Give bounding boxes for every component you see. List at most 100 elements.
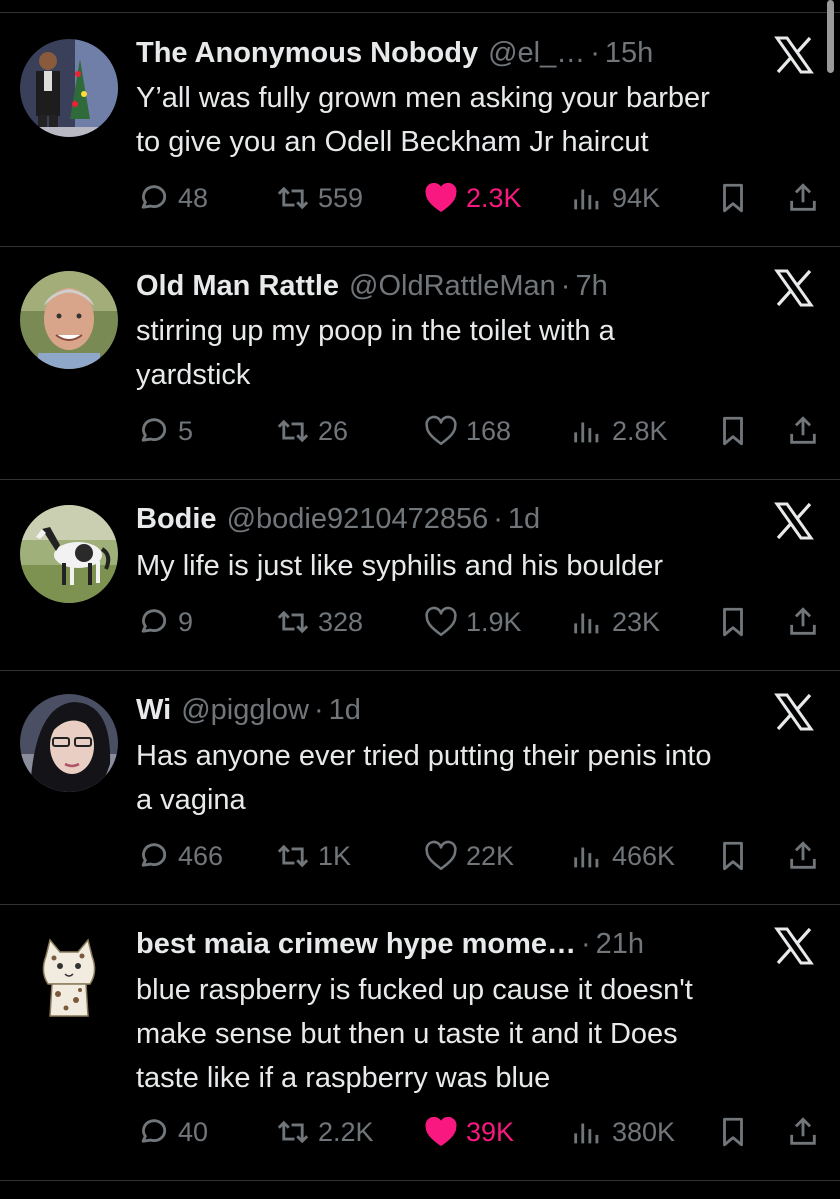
like-button[interactable]: 168 bbox=[424, 409, 511, 453]
reply-count: 5 bbox=[178, 415, 194, 446]
views-button[interactable]: 466K bbox=[570, 834, 675, 878]
like-count: 39K bbox=[466, 1116, 515, 1147]
bookmark-icon[interactable] bbox=[716, 180, 750, 216]
reply-count: 40 bbox=[178, 1116, 209, 1147]
bookmark-icon[interactable] bbox=[716, 604, 750, 640]
separator-dot: · bbox=[493, 502, 503, 535]
tweet-header: Old Man Rattle @OldRattleMan · 7h bbox=[136, 266, 608, 306]
share-icon[interactable] bbox=[786, 838, 820, 874]
avatar[interactable] bbox=[20, 928, 118, 1026]
x-logo-icon[interactable] bbox=[774, 501, 814, 541]
author-name[interactable]: Wi bbox=[136, 694, 171, 727]
like-button[interactable]: 22K bbox=[424, 834, 514, 878]
repost-button[interactable]: 2.2K bbox=[276, 1110, 374, 1154]
like-icon bbox=[425, 415, 457, 446]
like-button[interactable]: 39K bbox=[424, 1110, 514, 1154]
repost-icon bbox=[277, 419, 309, 443]
tweet-text: Y’all was fully grown men asking your ba… bbox=[136, 82, 710, 158]
tweet-text: blue raspberry is fucked up cause it doe… bbox=[136, 974, 693, 1094]
timestamp[interactable]: 1d bbox=[508, 503, 540, 536]
views-count: 23K bbox=[612, 606, 661, 637]
author-name[interactable]: Old Man Rattle bbox=[136, 270, 339, 303]
avatar[interactable] bbox=[20, 271, 118, 369]
like-icon bbox=[425, 1116, 457, 1146]
bookmark-icon[interactable] bbox=[716, 838, 750, 874]
avatar[interactable] bbox=[20, 39, 118, 137]
views-button[interactable]: 2.8K bbox=[570, 409, 668, 453]
avatar-image bbox=[20, 39, 118, 137]
views-count: 94K bbox=[612, 182, 661, 213]
share-icon[interactable] bbox=[786, 604, 820, 640]
like-button[interactable]: 2.3K bbox=[424, 176, 522, 220]
timestamp[interactable]: 7h bbox=[575, 270, 607, 303]
reply-icon bbox=[141, 418, 167, 442]
views-count: 466K bbox=[612, 840, 676, 871]
avatar-image bbox=[20, 928, 118, 1026]
views-count: 380K bbox=[612, 1116, 676, 1147]
reply-button[interactable]: 9 bbox=[136, 600, 193, 644]
repost-button[interactable]: 328 bbox=[276, 600, 363, 644]
tweet[interactable]: The Anonymous Nobody @el_… · 15h Y’all w… bbox=[0, 13, 840, 247]
tweet[interactable]: best maia crimew hype mome… · 21h blue r… bbox=[0, 904, 840, 1181]
views-button[interactable]: 94K bbox=[570, 176, 660, 220]
author-handle[interactable]: @el_… bbox=[488, 37, 585, 70]
author-name[interactable]: best maia crimew hype mome… bbox=[136, 928, 576, 961]
tweet[interactable]: Wi @pigglow · 1d Has anyone ever tried p… bbox=[0, 670, 840, 905]
like-button[interactable]: 1.9K bbox=[424, 600, 522, 644]
like-count: 168 bbox=[466, 415, 512, 446]
avatar[interactable] bbox=[20, 505, 118, 603]
tweet[interactable]: Bodie @bodie9210472856 · 1d My life is j… bbox=[0, 479, 840, 671]
views-icon bbox=[574, 1123, 599, 1144]
timestamp[interactable]: 15h bbox=[605, 37, 653, 70]
reply-count: 48 bbox=[178, 182, 209, 213]
avatar[interactable] bbox=[20, 694, 118, 792]
views-button[interactable]: 23K bbox=[570, 600, 660, 644]
author-name[interactable]: The Anonymous Nobody bbox=[136, 37, 478, 70]
bookmark-icon[interactable] bbox=[716, 1114, 750, 1150]
timestamp[interactable]: 21h bbox=[596, 928, 644, 961]
x-logo-icon[interactable] bbox=[774, 268, 814, 308]
tweet[interactable]: Old Man Rattle @OldRattleMan · 7h stirri… bbox=[0, 246, 840, 480]
tweet-header: The Anonymous Nobody @el_… · 15h bbox=[136, 33, 653, 73]
author-handle[interactable]: @bodie9210472856 bbox=[227, 503, 489, 536]
reply-icon bbox=[141, 1119, 167, 1143]
author-handle[interactable]: @pigglow bbox=[181, 694, 309, 727]
repost-count: 1K bbox=[318, 840, 352, 871]
avatar-image bbox=[20, 505, 118, 603]
x-logo-icon[interactable] bbox=[774, 35, 814, 75]
views-count: 2.8K bbox=[612, 415, 668, 446]
share-icon[interactable] bbox=[786, 180, 820, 216]
avatar-image bbox=[20, 694, 118, 792]
reply-count: 9 bbox=[178, 606, 194, 637]
repost-button[interactable]: 1K bbox=[276, 834, 351, 878]
separator-dot: · bbox=[581, 927, 591, 960]
reply-count: 466 bbox=[178, 840, 224, 871]
reply-button[interactable]: 40 bbox=[136, 1110, 208, 1154]
x-logo-icon[interactable] bbox=[774, 926, 814, 966]
repost-button[interactable]: 559 bbox=[276, 176, 363, 220]
reply-button[interactable]: 5 bbox=[136, 409, 193, 453]
bookmark-icon[interactable] bbox=[716, 413, 750, 449]
repost-button[interactable]: 26 bbox=[276, 409, 348, 453]
tweet-header: Wi @pigglow · 1d bbox=[136, 690, 361, 730]
like-count: 22K bbox=[466, 840, 515, 871]
repost-count: 328 bbox=[318, 606, 364, 637]
like-icon bbox=[425, 182, 457, 212]
like-icon bbox=[425, 606, 457, 637]
share-icon[interactable] bbox=[786, 1114, 820, 1150]
author-handle[interactable]: @OldRattleMan bbox=[349, 270, 556, 303]
timestamp[interactable]: 1d bbox=[329, 694, 361, 727]
author-name[interactable]: Bodie bbox=[136, 503, 217, 536]
share-icon[interactable] bbox=[786, 413, 820, 449]
avatar-image bbox=[20, 271, 118, 369]
reply-button[interactable]: 466 bbox=[136, 834, 223, 878]
views-icon bbox=[574, 189, 599, 210]
reply-button[interactable]: 48 bbox=[136, 176, 208, 220]
x-logo-icon[interactable] bbox=[774, 692, 814, 732]
repost-icon bbox=[277, 844, 309, 868]
repost-icon bbox=[277, 186, 309, 210]
tweet-actions: 9 328 1.9K 23K bbox=[136, 600, 820, 644]
tweet-actions: 5 26 168 2.8K bbox=[136, 409, 820, 453]
tweet-actions: 40 2.2K 39K 380K bbox=[136, 1110, 820, 1154]
views-button[interactable]: 380K bbox=[570, 1110, 675, 1154]
